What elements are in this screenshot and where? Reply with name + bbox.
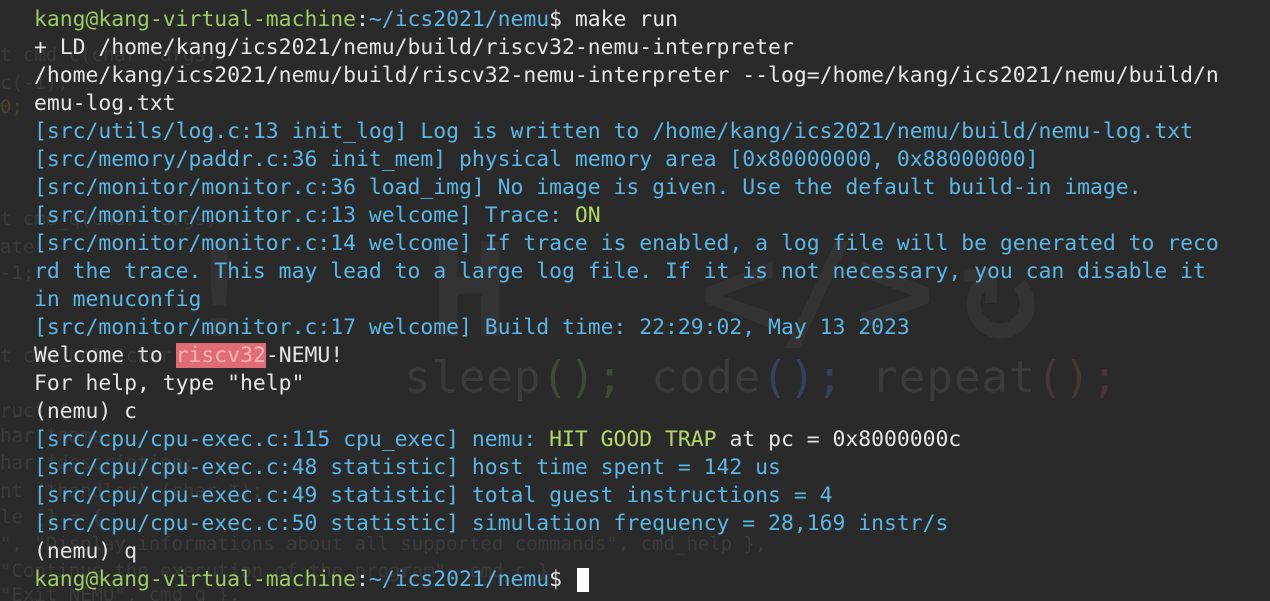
nemu-command-line: (nemu) q (34, 539, 138, 564)
nemu-command-line: (nemu) c (34, 399, 138, 424)
log-line: [src/cpu/cpu-exec.c:49 statistic] total … (34, 483, 833, 508)
log-text: at pc = 0x8000000c (716, 427, 962, 452)
log-line: rd the trace. This may lead to a large l… (34, 259, 1206, 284)
terminal-output: kang@kang-virtual-machine:~/ics2021/nemu… (34, 6, 1244, 594)
log-text: [src/cpu/cpu-exec.c:115 cpu_exec] nemu: (34, 427, 550, 452)
trap-status: HIT GOOD TRAP (549, 427, 717, 452)
log-line: in menuconfig (34, 287, 202, 312)
wallpaper-code-line: ate (0, 236, 35, 258)
log-line: [src/utils/log.c:13 init_log] Log is wri… (34, 119, 1194, 144)
output-line: + LD /home/kang/ics2021/nemu/build/riscv… (34, 35, 794, 60)
prompt-line[interactable]: kang@kang-virtual-machine:~/ics2021/nemu… (34, 566, 1244, 594)
prompt-path: ~/ics2021/nemu (368, 567, 550, 592)
trace-status: ON (574, 203, 601, 228)
prompt-user: kang@kang-virtual-machine (34, 567, 356, 592)
terminal-window[interactable]: t cmd_c(char *args) c(-1); 0; t cmd_q(ch… (0, 0, 1270, 601)
text-cursor[interactable] (576, 568, 589, 592)
log-line: [src/memory/paddr.c:36 init_mem] physica… (34, 147, 1039, 172)
wallpaper-code-line: -1; (0, 262, 35, 284)
prompt-dollar: $ (549, 7, 575, 32)
wallpaper-code-line: 0; (0, 96, 23, 118)
log-line: [src/monitor/monitor.c:14 welcome] If tr… (34, 231, 1219, 256)
log-line: [src/monitor/monitor.c:36 load_img] No i… (34, 175, 1142, 200)
prompt-path: ~/ics2021/nemu (368, 7, 550, 32)
log-line: [src/cpu/cpu-exec.c:115 cpu_exec] nemu: … (34, 426, 1244, 454)
prompt-line: kang@kang-virtual-machine:~/ics2021/nemu… (34, 6, 1244, 34)
output-line: For help, type "help" (34, 371, 305, 396)
welcome-text: Welcome to (34, 343, 176, 368)
log-line: [src/monitor/monitor.c:17 welcome] Build… (34, 315, 910, 340)
output-line: emu-log.txt (34, 91, 176, 116)
isa-highlight: riscv32 (175, 343, 266, 368)
prompt-separator: : (355, 567, 369, 592)
log-line: [src/monitor/monitor.c:13 welcome] Trace… (34, 202, 1244, 230)
prompt-separator: : (355, 7, 369, 32)
log-text: [src/monitor/monitor.c:13 welcome] Trace… (34, 203, 575, 228)
command-text: make run (574, 7, 678, 32)
welcome-text: -NEMU! (265, 343, 344, 368)
output-line: /home/kang/ics2021/nemu/build/riscv32-ne… (34, 63, 1219, 88)
log-line: [src/cpu/cpu-exec.c:50 statistic] simula… (34, 511, 949, 536)
prompt-dollar: $ (549, 567, 575, 592)
prompt-user: kang@kang-virtual-machine (34, 7, 356, 32)
welcome-line: Welcome to riscv32-NEMU! (34, 342, 1244, 370)
log-line: [src/cpu/cpu-exec.c:48 statistic] host t… (34, 455, 781, 480)
